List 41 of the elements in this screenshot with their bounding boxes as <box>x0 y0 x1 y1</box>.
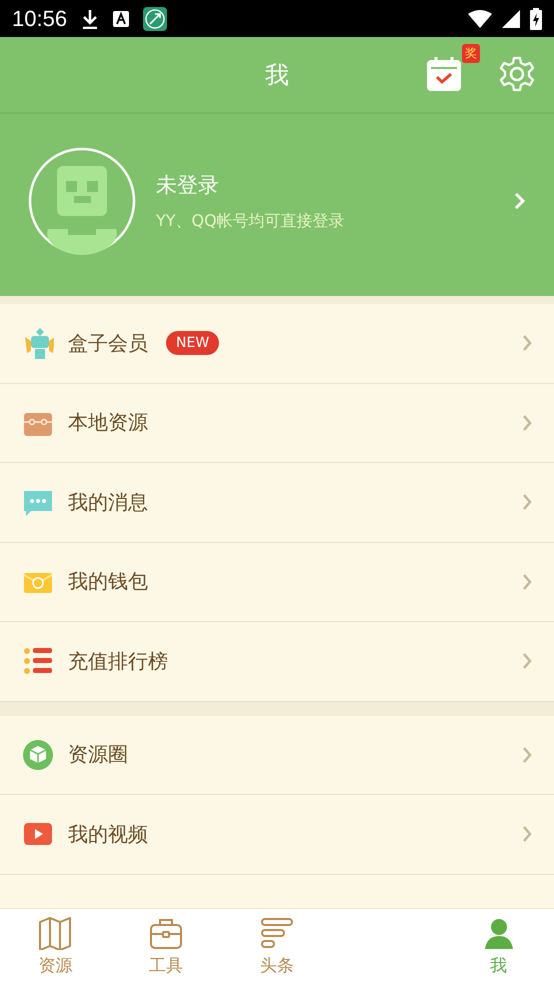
calendar-check-icon[interactable] <box>426 56 462 92</box>
signal-icon <box>502 10 520 28</box>
chevron-right-icon <box>522 334 532 352</box>
menu-label: 我的消息 <box>68 488 148 516</box>
menu-item[interactable]: 我的视频 <box>0 795 554 874</box>
download-icon <box>81 8 100 28</box>
chevron-right-icon <box>522 414 532 432</box>
menu-item[interactable]: 我的消息 <box>0 463 554 542</box>
cube-icon <box>22 738 54 771</box>
app-icon <box>143 6 168 30</box>
menu-item[interactable]: 本地资源 <box>0 384 554 463</box>
map-icon <box>38 916 72 950</box>
chevron-right-icon <box>522 572 532 591</box>
menu-label: 资源圈 <box>68 741 128 768</box>
status-time: 10:56 <box>12 6 68 32</box>
chevron-right-icon <box>522 493 532 512</box>
menu-label: 充值排行榜 <box>68 648 168 675</box>
chevron-right-icon[interactable] <box>514 191 526 211</box>
settings-icon[interactable] <box>498 55 536 93</box>
login-hint: YY、QQ帐号均可直接登录 <box>156 210 346 232</box>
briefcase-icon <box>149 916 184 950</box>
menu-label: 盒子会员 <box>68 330 148 357</box>
menu-label: 我的钱包 <box>68 568 148 596</box>
chevron-right-icon <box>522 652 532 670</box>
menu-label: 本地资源 <box>68 409 148 436</box>
chevron-right-icon <box>522 825 532 844</box>
vip-icon <box>22 327 54 360</box>
keyboard-icon <box>113 10 130 26</box>
avatar-icon <box>28 147 136 255</box>
page-title: 我 <box>265 60 289 90</box>
headline-lines-icon <box>260 916 294 950</box>
menu-item[interactable]: 盒子会员 NEW <box>0 304 554 384</box>
menu-item[interactable]: 资源圈 <box>0 716 554 795</box>
chevron-right-icon <box>522 746 532 764</box>
new-badge: NEW <box>166 331 220 356</box>
reward-badge: 奖 <box>462 44 480 63</box>
menu-item[interactable]: 我的钱包 <box>0 542 554 622</box>
wifi-icon <box>468 10 492 28</box>
battery-icon <box>530 8 542 30</box>
login-status: 未登录 <box>156 172 220 198</box>
menu-label: 我的视频 <box>68 820 148 848</box>
